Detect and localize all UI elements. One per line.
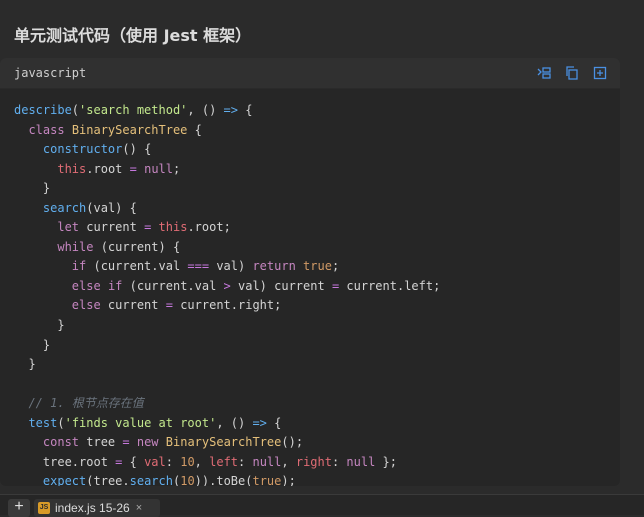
- code-line: }: [14, 337, 51, 352]
- code-language-label: javascript: [14, 66, 87, 80]
- code-line: expect(tree.search(10)).toBe(true);: [42, 474, 296, 486]
- file-tab[interactable]: JS index.js 15-26 ×: [34, 499, 160, 517]
- code-line: }: [14, 357, 36, 372]
- code-line: describe('search method', () => {: [14, 103, 253, 117]
- file-tab-label: index.js 15-26: [55, 501, 130, 515]
- code-line: search(val) {: [42, 200, 137, 215]
- add-to-file-icon[interactable]: [592, 65, 608, 81]
- add-tab-button[interactable]: +: [8, 499, 30, 517]
- copy-icon[interactable]: [564, 65, 580, 81]
- code-line: }: [14, 181, 51, 196]
- code-line: tree.root = { val: 10, left: null, right…: [14, 454, 398, 469]
- code-line: const tree = new BinarySearchTree();: [42, 435, 304, 450]
- code-line: let current = this.root;: [57, 220, 231, 235]
- code-line: constructor() {: [42, 142, 152, 157]
- code-line: else if (current.val > val) current = cu…: [71, 278, 441, 293]
- code-line: }: [14, 318, 65, 333]
- code-line: test('finds value at root', () => {: [28, 415, 282, 430]
- code-line: while (current) {: [57, 239, 181, 254]
- code-content: describe('search method', () => { class …: [0, 89, 620, 486]
- code-line: // 1. 根节点存在值: [28, 396, 144, 411]
- code-line: if (current.val === val) return true;: [71, 259, 340, 274]
- close-icon[interactable]: ×: [136, 502, 142, 514]
- section-heading: 单元测试代码（使用 Jest 框架）: [14, 26, 252, 45]
- bottom-tab-bar: + JS index.js 15-26 ×: [0, 494, 644, 517]
- code-line: class BinarySearchTree {: [28, 122, 202, 137]
- code-line: else current = current.right;: [71, 298, 282, 313]
- insert-code-icon[interactable]: [536, 65, 552, 81]
- code-block-header: javascript: [0, 58, 620, 89]
- code-block: javascript describe('search method', () …: [0, 58, 620, 486]
- javascript-file-icon: JS: [38, 502, 50, 514]
- code-line: this.root = null;: [57, 161, 181, 176]
